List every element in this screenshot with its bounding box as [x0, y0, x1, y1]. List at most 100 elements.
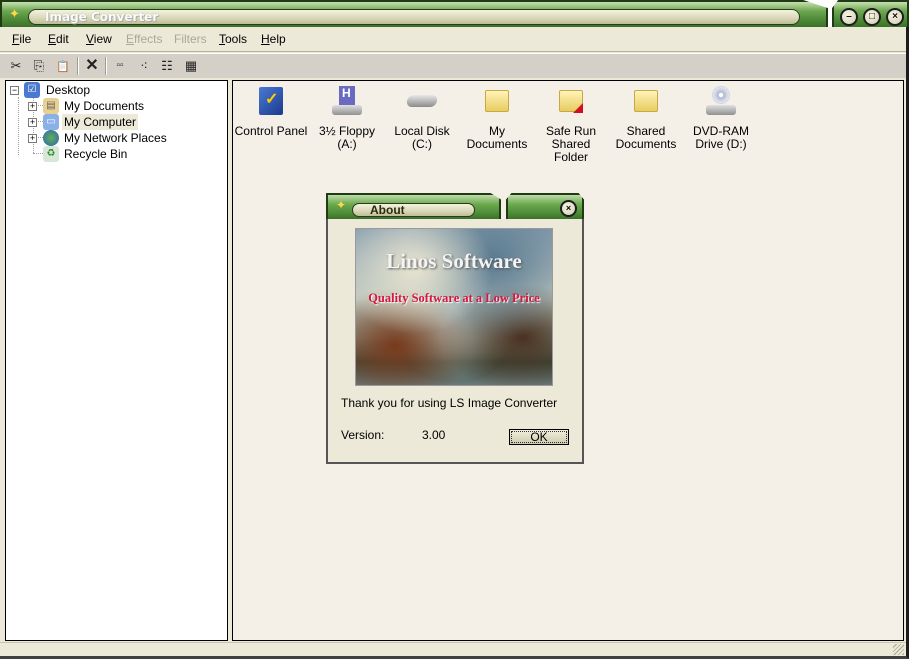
about-close-button[interactable]: ×: [560, 200, 577, 217]
file-item-label: Shared Folder: [551, 137, 591, 164]
copy-icon: ⎘: [33, 58, 45, 73]
tree-node-label: My Network Places: [64, 131, 167, 145]
menu-view-mnemonic: V: [86, 32, 94, 46]
details-view-icon: ▦: [184, 58, 198, 73]
about-banner-image: Linos Software Quality Software at a Low…: [355, 228, 553, 386]
small-icons-view-button[interactable]: ⁖: [134, 56, 154, 76]
minimize-button[interactable]: –: [840, 8, 858, 26]
about-title-bar[interactable]: ✦ About: [326, 193, 501, 219]
paste-icon: 📋: [56, 61, 70, 73]
toolbar: ✂ ⎘ 📋 ✕ ▫▫ ⁖ ☷ ▦: [0, 53, 906, 78]
file-item-safe-run-shared-folder[interactable]: Safe Run Shared Folder: [533, 85, 609, 164]
ok-button[interactable]: OK: [509, 429, 569, 445]
folder-tree[interactable]: − ☑ Desktop + ▤ My Documents + ▭ My Comp…: [5, 80, 228, 641]
magic-wand-icon: ✦: [9, 6, 20, 21]
large-icons-view-icon: ▫▫: [116, 60, 124, 71]
file-item-control-panel[interactable]: ✓ Control Panel: [233, 85, 309, 138]
banner-subtitle: Quality Software at a Low Price: [368, 291, 540, 305]
about-title-pill: About: [352, 203, 475, 217]
menu-file[interactable]: File: [12, 32, 31, 46]
large-icons-view-button[interactable]: ▫▫: [110, 56, 130, 76]
file-item-label: Control Panel: [234, 124, 308, 138]
status-bar: [0, 642, 906, 656]
menu-edit-mnemonic: E: [48, 32, 57, 46]
banner-title: Linos Software: [386, 249, 522, 273]
file-item-label: Local Disk (C:): [394, 124, 450, 151]
file-item-floppy[interactable]: H 3½ Floppy (A:): [309, 85, 385, 151]
menu-edit[interactable]: Edit: [48, 32, 69, 46]
resize-grip[interactable]: [893, 644, 904, 655]
maximize-button[interactable]: □: [863, 8, 881, 26]
about-body: Linos Software Quality Software at a Low…: [326, 219, 584, 464]
folder-icon: [479, 85, 515, 119]
about-title: About: [370, 203, 405, 217]
version-label: Version:: [341, 428, 385, 442]
about-dialog: ✦ About × Linos Software Quality Softwar…: [326, 193, 584, 464]
toolbar-separator: [105, 57, 107, 75]
expand-icon[interactable]: +: [28, 134, 37, 143]
menu-help-mnemonic: H: [261, 32, 270, 46]
tree-node-my-computer[interactable]: + ▭ My Computer: [6, 114, 206, 130]
control-panel-icon: ✓: [253, 85, 289, 119]
paste-button[interactable]: 📋: [53, 56, 73, 76]
title-bar[interactable]: ✦ Image Converter – □ ×: [0, 0, 909, 27]
menu-file-label: ile: [19, 32, 32, 46]
my-computer-icon: ▭: [43, 114, 59, 130]
scissors-icon: ✂: [10, 58, 22, 73]
list-view-icon: ☷: [161, 58, 173, 73]
tree-node-recycle-bin[interactable]: ♻ Recycle Bin: [6, 146, 206, 162]
menu-bar: File Edit View Effects Filters Tools Hel…: [0, 27, 906, 52]
close-icon: ×: [565, 203, 572, 213]
toolbar-separator: [77, 57, 79, 75]
floppy-drive-icon: H: [329, 85, 365, 119]
dvd-drive-icon: [703, 85, 739, 119]
file-item-label: Drive (D:): [695, 137, 747, 151]
tree-node-label: My Documents: [64, 99, 145, 113]
copy-button[interactable]: ⎘: [29, 56, 49, 76]
folder-icon: [628, 85, 664, 119]
menu-filters-label: Filters: [174, 32, 207, 46]
title-bar-left[interactable]: ✦ Image Converter: [0, 0, 828, 27]
file-item-my-documents[interactable]: My Documents: [459, 85, 535, 151]
tree-node-label: My Computer: [62, 114, 139, 130]
close-icon: ×: [892, 11, 898, 22]
file-item-shared-documents[interactable]: Shared Documents: [608, 85, 684, 151]
menu-effects-mnemonic: E: [126, 32, 135, 46]
delete-button[interactable]: ✕: [82, 56, 102, 76]
network-places-icon: [43, 130, 59, 146]
tree-node-my-network-places[interactable]: + My Network Places: [6, 130, 206, 146]
close-button[interactable]: ×: [886, 8, 904, 26]
tree-node-label: Desktop: [46, 83, 91, 97]
collapse-icon[interactable]: −: [10, 86, 19, 95]
menu-tools-label: ools: [225, 32, 248, 46]
list-view-button[interactable]: ☷: [157, 56, 177, 76]
expand-icon[interactable]: +: [28, 118, 37, 127]
details-view-button[interactable]: ▦: [181, 56, 201, 76]
file-item-label: My Documents: [466, 124, 528, 151]
tree-node-desktop[interactable]: − ☑ Desktop: [6, 82, 206, 98]
file-item-dvd-ram-drive[interactable]: DVD-RAM Drive (D:): [683, 85, 759, 151]
minimize-icon: –: [846, 11, 852, 22]
title-bar-controls: – □ ×: [832, 0, 909, 27]
menu-help[interactable]: Help: [261, 32, 286, 46]
menu-effects-label: ffects: [134, 32, 163, 46]
version-value: 3.00: [422, 428, 446, 442]
menu-filters: Filters: [174, 32, 207, 46]
menu-tools[interactable]: Tools: [219, 32, 247, 46]
tree-node-my-documents[interactable]: + ▤ My Documents: [6, 98, 206, 114]
file-item-local-disk[interactable]: Local Disk (C:): [384, 85, 460, 151]
menu-view[interactable]: View: [86, 32, 112, 46]
my-documents-icon: ▤: [43, 98, 59, 114]
expand-icon[interactable]: +: [28, 102, 37, 111]
menu-view-label: iew: [93, 32, 112, 46]
about-thanks-text: Thank you for using LS Image Converter: [341, 396, 558, 410]
recycle-bin-icon: ♻: [43, 146, 59, 162]
menu-effects: Effects: [126, 32, 162, 46]
cut-button[interactable]: ✂: [6, 56, 26, 76]
file-item-label: 3½ Floppy (A:): [318, 124, 376, 151]
desktop-icon: ☑: [24, 82, 40, 98]
menu-edit-label: dit: [56, 32, 69, 46]
window-title: Image Converter: [45, 10, 159, 24]
hard-disk-icon: [404, 85, 440, 119]
delete-icon: ✕: [85, 57, 99, 74]
